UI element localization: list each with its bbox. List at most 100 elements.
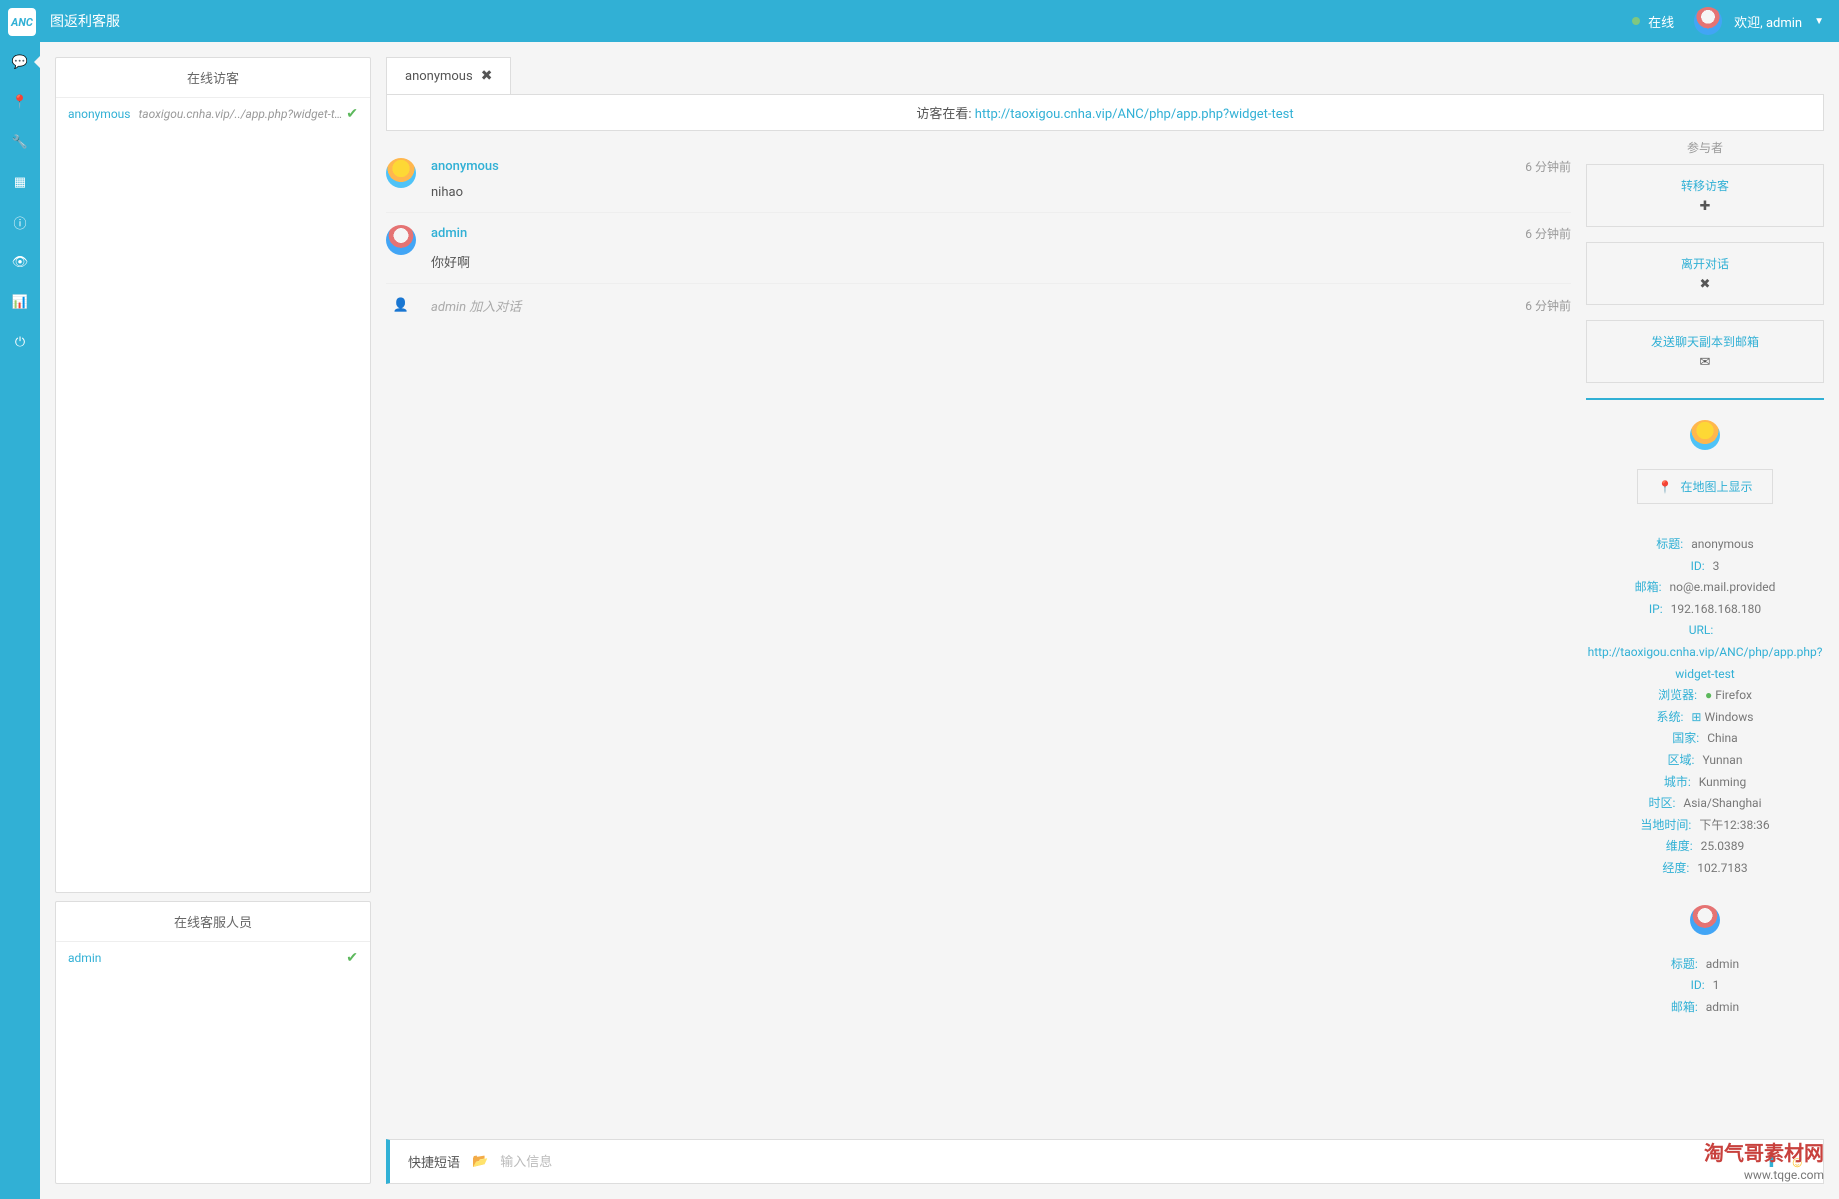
info-label: 维度:	[1666, 839, 1693, 853]
user-icon: 👤	[386, 298, 416, 313]
info-label: 当地时间:	[1640, 818, 1691, 832]
info-value: Yunnan	[1702, 753, 1742, 767]
power-icon: ⏻	[15, 335, 25, 350]
info-value: admin	[1706, 957, 1739, 971]
system-time: 6 分钟前	[1525, 297, 1571, 314]
info-label: 邮箱:	[1635, 580, 1662, 594]
info-url-value[interactable]: http://taoxigou.cnha.vip/ANC/php/app.php…	[1588, 645, 1823, 681]
close-icon[interactable]: ✖	[481, 68, 493, 84]
firefox-icon: ●	[1705, 688, 1712, 702]
message-input[interactable]	[500, 1154, 1753, 1169]
info-label: ID:	[1691, 559, 1705, 573]
info-label: 经度:	[1662, 861, 1689, 875]
info-value: Kunming	[1699, 775, 1746, 789]
operator-panel-header: 在线客服人员	[56, 902, 370, 942]
admin-info-avatar	[1690, 905, 1720, 935]
operator-row[interactable]: admin ✔	[56, 942, 370, 974]
eye-icon: 👁	[12, 255, 29, 270]
info-value: Windows	[1704, 710, 1753, 724]
info-label: 邮箱:	[1671, 1000, 1698, 1014]
plus-icon: ✚	[1700, 199, 1711, 214]
visitor-url: taoxigou.cnha.vip/../app.php?widget-test	[138, 107, 346, 121]
transfer-label: 转移访客	[1681, 177, 1729, 194]
url-link[interactable]: http://taoxigou.cnha.vip/ANC/php/app.php…	[975, 107, 1294, 122]
info-value: Firefox	[1715, 688, 1752, 702]
online-status[interactable]: 在线	[1632, 12, 1674, 31]
chevron-down-icon: ▼	[1814, 16, 1824, 27]
url-label: 访客在看:	[916, 107, 971, 122]
info-label: 系统:	[1657, 710, 1684, 724]
sidebar-chat[interactable]: 💬	[0, 42, 40, 82]
status-text: 在线	[1648, 12, 1674, 31]
sidebar-eye[interactable]: 👁	[0, 242, 40, 282]
message-text: 你好啊	[431, 252, 1571, 271]
info-label: URL:	[1689, 623, 1714, 637]
leave-button[interactable]: 离开对话 ✖	[1586, 242, 1824, 305]
visitor-panel-header: 在线访客	[56, 58, 370, 98]
message-avatar	[386, 158, 416, 188]
info-value: 3	[1713, 559, 1720, 573]
info-value: admin	[1706, 1000, 1739, 1014]
wrench-icon: 🔧	[12, 135, 28, 150]
info-icon: ⓘ	[13, 213, 26, 232]
visitor-row[interactable]: anonymous taoxigou.cnha.vip/../app.php?w…	[56, 98, 370, 130]
windows-icon: ⊞	[1691, 710, 1701, 724]
map-label: 在地图上显示	[1680, 478, 1752, 495]
message-author: admin	[431, 226, 467, 241]
info-label: 标题:	[1671, 957, 1698, 971]
info-value: 102.7183	[1697, 861, 1747, 875]
info-value: Asia/Shanghai	[1683, 796, 1761, 810]
tab-label: anonymous	[405, 69, 473, 84]
chat-icon: 💬	[12, 55, 28, 70]
message-text: nihao	[431, 185, 1571, 200]
welcome-text: 欢迎, admin	[1734, 12, 1802, 31]
sendmail-label: 发送聊天副本到邮箱	[1651, 333, 1759, 350]
info-label: 城市:	[1664, 775, 1691, 789]
pin-icon: 📍	[1658, 480, 1673, 494]
sidebar-settings[interactable]: 🔧	[0, 122, 40, 162]
info-label: 国家:	[1672, 731, 1699, 745]
tab-visitor[interactable]: anonymous ✖	[386, 57, 511, 94]
visitor-name: anonymous	[68, 107, 130, 121]
info-value: anonymous	[1691, 537, 1753, 551]
sendmail-button[interactable]: 发送聊天副本到邮箱 ✉	[1586, 320, 1824, 383]
canned-label: 快捷短语	[408, 1152, 460, 1171]
info-label: 标题:	[1656, 537, 1683, 551]
check-icon: ✔	[346, 950, 358, 966]
sidebar-stats[interactable]: 📊	[0, 282, 40, 322]
mail-icon: ✉	[1700, 355, 1711, 370]
grid-icon: ▦	[14, 175, 26, 190]
info-value: 1	[1713, 978, 1720, 992]
sidebar-map[interactable]: 📍	[0, 82, 40, 122]
show-map-button[interactable]: 📍 在地图上显示	[1637, 469, 1774, 504]
info-value: no@e.mail.provided	[1670, 580, 1776, 594]
message: admin 6 分钟前 你好啊	[386, 212, 1571, 283]
folder-icon[interactable]: 📂	[472, 1154, 488, 1169]
pin-icon: 📍	[12, 95, 28, 110]
info-label: 区域:	[1668, 753, 1695, 767]
watermark-title: 淘气哥素材网	[1704, 1139, 1824, 1167]
close-icon: ✖	[1700, 277, 1711, 292]
info-value: China	[1707, 731, 1738, 745]
user-avatar	[1694, 7, 1722, 35]
visitor-url-bar: 访客在看: http://taoxigou.cnha.vip/ANC/php/a…	[386, 94, 1824, 131]
page-title: 图返利客服	[50, 11, 120, 31]
check-icon: ✔	[346, 106, 358, 122]
sidebar-info[interactable]: ⓘ	[0, 202, 40, 242]
logo[interactable]: ANC	[8, 8, 36, 36]
sidebar-power[interactable]: ⏻	[0, 322, 40, 362]
system-message: 👤 admin 加入对话 6 分钟前	[386, 283, 1571, 327]
user-profile-menu[interactable]: 欢迎, admin ▼	[1694, 7, 1824, 35]
sidebar-grid[interactable]: ▦	[0, 162, 40, 202]
info-label: 浏览器:	[1658, 688, 1697, 702]
visitor-info-avatar	[1690, 420, 1720, 450]
watermark: 淘气哥素材网 www.tqge.com	[1704, 1139, 1824, 1184]
info-label: ID:	[1691, 978, 1705, 992]
message-author: anonymous	[431, 159, 499, 174]
message-avatar	[386, 225, 416, 255]
watermark-url: www.tqge.com	[1704, 1167, 1824, 1184]
transfer-button[interactable]: 转移访客 ✚	[1586, 164, 1824, 227]
system-text: admin 加入对话	[431, 296, 1510, 315]
info-label: 时区:	[1648, 796, 1675, 810]
operator-name: admin	[68, 951, 101, 965]
